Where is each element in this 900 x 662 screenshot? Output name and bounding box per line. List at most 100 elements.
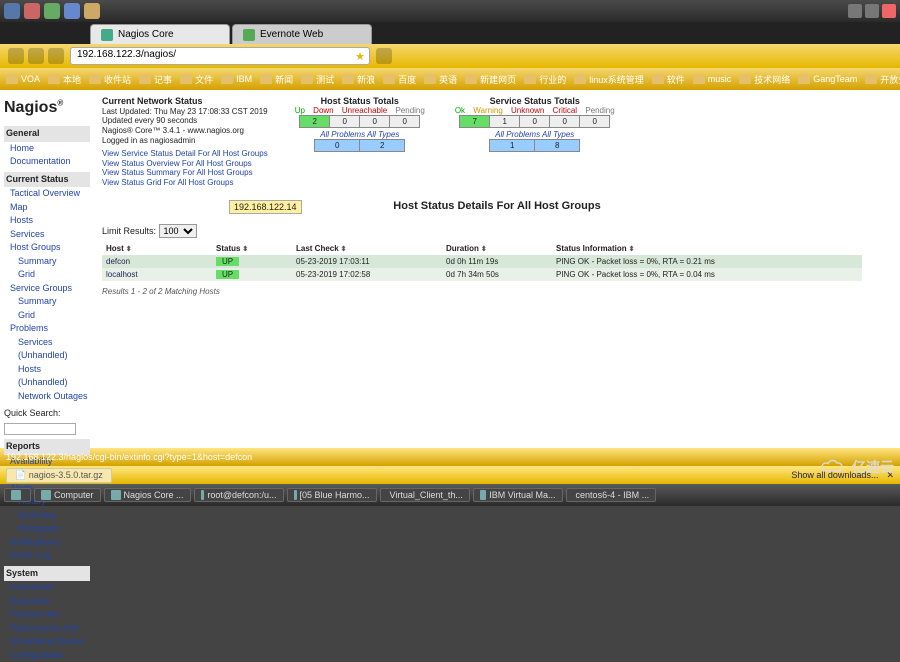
- nav-sg-grid[interactable]: Grid: [4, 309, 90, 323]
- link-status-grid[interactable]: View Status Grid For All Host Groups: [102, 178, 268, 188]
- bookmark-item[interactable]: 百度: [383, 73, 416, 86]
- cell-status-info: PING OK - Packet loss = 0%, RTA = 0.04 m…: [552, 268, 862, 281]
- bookmark-item[interactable]: IBM: [221, 74, 252, 84]
- back-icon[interactable]: [8, 48, 24, 64]
- taskbar-item[interactable]: [05 Blue Harmo...: [287, 488, 377, 502]
- bookmark-item[interactable]: linux系统管理: [574, 73, 644, 86]
- nav-alerts-histogram[interactable]: Histogram: [4, 522, 90, 536]
- browser-tab-evernote[interactable]: Evernote Web: [232, 24, 372, 44]
- nav-hg-grid[interactable]: Grid: [4, 268, 90, 282]
- nav-sg-summary[interactable]: Summary: [4, 295, 90, 309]
- tray-icon[interactable]: [865, 4, 879, 18]
- tray-close-icon[interactable]: [882, 4, 896, 18]
- download-item[interactable]: 📄 nagios-3.5.0.tar.gz: [6, 468, 112, 483]
- col-last-check[interactable]: Last Check: [292, 242, 442, 255]
- nav-map[interactable]: Map: [4, 201, 90, 215]
- bookmark-item[interactable]: 新建网页: [465, 73, 516, 86]
- bookmark-star-icon[interactable]: ★: [355, 50, 365, 63]
- reload-icon[interactable]: [48, 48, 64, 64]
- app-icon[interactable]: [84, 3, 100, 19]
- host-down-count[interactable]: 0: [330, 116, 360, 128]
- bookmark-item[interactable]: GangTeam: [798, 74, 857, 84]
- nav-alerts-summary[interactable]: Summary: [4, 509, 90, 523]
- host-up-count[interactable]: 2: [300, 116, 330, 128]
- nav-event-log[interactable]: Event Log: [4, 549, 90, 563]
- bookmark-item[interactable]: 文件: [180, 73, 213, 86]
- nav-tactical-overview[interactable]: Tactical Overview: [4, 187, 90, 201]
- col-status-info[interactable]: Status Information: [552, 242, 862, 255]
- nav-hg-summary[interactable]: Summary: [4, 255, 90, 269]
- nav-problems[interactable]: Problems: [4, 322, 90, 336]
- nav-performance-info[interactable]: Performance Info: [4, 622, 90, 636]
- section-system: System: [4, 566, 90, 582]
- bookmark-item[interactable]: 记事: [139, 73, 172, 86]
- host-all-problems[interactable]: 0: [315, 140, 360, 152]
- svc-all-problems[interactable]: 1: [490, 140, 535, 152]
- browser-tab-nagios[interactable]: Nagios Core: [90, 24, 230, 44]
- nav-process-info[interactable]: Process Info: [4, 608, 90, 622]
- bookmark-item[interactable]: music: [693, 74, 732, 84]
- taskbar-show-desktop[interactable]: [4, 488, 31, 502]
- app-menu-icon[interactable]: [4, 3, 20, 19]
- link-service-status[interactable]: View Service Status Detail For All Host …: [102, 149, 268, 159]
- bookmark-item[interactable]: 收件站: [89, 73, 131, 86]
- nav-hosts[interactable]: Hosts: [4, 214, 90, 228]
- bookmark-item[interactable]: VOA: [6, 74, 40, 84]
- host-pending-count[interactable]: 0: [390, 116, 420, 128]
- address-input[interactable]: 192.168.122.3/nagios/ ★: [70, 47, 370, 65]
- bookmark-item[interactable]: 本地: [48, 73, 81, 86]
- nav-hosts-unhandled[interactable]: Hosts (Unhandled): [4, 363, 90, 390]
- link-status-summary[interactable]: View Status Summary For All Host Groups: [102, 168, 268, 178]
- taskbar-item[interactable]: centos6-4 - IBM ...: [566, 488, 656, 502]
- limit-select[interactable]: 100: [159, 224, 197, 238]
- taskbar-item[interactable]: Computer: [34, 488, 101, 502]
- nav-services[interactable]: Services: [4, 228, 90, 242]
- app-icon[interactable]: [64, 3, 80, 19]
- svc-unknown-count[interactable]: 0: [520, 116, 550, 128]
- app-icon[interactable]: [44, 3, 60, 19]
- host-link[interactable]: localhost: [106, 270, 138, 279]
- network-status-block: Current Network Status Last Updated: Thu…: [102, 96, 268, 188]
- bookmark-item[interactable]: 软件: [652, 73, 685, 86]
- nav-scheduling-queue[interactable]: Scheduling Queue: [4, 635, 90, 649]
- nav-host-groups[interactable]: Host Groups: [4, 241, 90, 255]
- app-icon[interactable]: [24, 3, 40, 19]
- bookmark-item[interactable]: 技术网络: [739, 73, 790, 86]
- host-all-types[interactable]: 2: [360, 140, 405, 152]
- taskbar-item[interactable]: Nagios Core ...: [104, 488, 191, 502]
- nav-network-outages[interactable]: Network Outages: [4, 390, 90, 404]
- bookmark-item[interactable]: 新浪: [342, 73, 375, 86]
- quick-search-input[interactable]: [4, 423, 76, 435]
- bookmark-item[interactable]: 行业的: [524, 73, 566, 86]
- forward-icon[interactable]: [28, 48, 44, 64]
- taskbar-item[interactable]: Virtual_Client_th...: [380, 488, 470, 502]
- col-host[interactable]: Host: [102, 242, 212, 255]
- svc-ok-count[interactable]: 7: [460, 116, 490, 128]
- nav-service-groups[interactable]: Service Groups: [4, 282, 90, 296]
- host-unreachable-count[interactable]: 0: [360, 116, 390, 128]
- bookmark-item[interactable]: 新闻: [260, 73, 293, 86]
- bookmark-item[interactable]: 开放式吐司世界: [865, 73, 900, 86]
- taskbar-item[interactable]: IBM Virtual Ma...: [473, 488, 563, 502]
- col-status[interactable]: Status: [212, 242, 292, 255]
- nav-documentation[interactable]: Documentation: [4, 155, 90, 169]
- host-link[interactable]: defcon: [106, 257, 130, 266]
- nav-services-unhandled[interactable]: Services (Unhandled): [4, 336, 90, 363]
- nav-home[interactable]: Home: [4, 142, 90, 156]
- col-duration[interactable]: Duration: [442, 242, 552, 255]
- status-url-text: 192.168.122.3/nagios/cgi-bin/extinfo.cgi…: [6, 452, 252, 462]
- taskbar-item[interactable]: root@defcon:/u...: [194, 488, 284, 502]
- bookmark-item[interactable]: 英语: [424, 73, 457, 86]
- link-status-overview[interactable]: View Status Overview For All Host Groups: [102, 159, 268, 169]
- svc-critical-count[interactable]: 0: [550, 116, 580, 128]
- svc-warning-count[interactable]: 1: [490, 116, 520, 128]
- svc-all-types[interactable]: 8: [535, 140, 580, 152]
- nav-configuration[interactable]: Configuration: [4, 649, 90, 662]
- tray-icon[interactable]: [848, 4, 862, 18]
- nav-comments[interactable]: Comments: [4, 581, 90, 595]
- menu-icon[interactable]: [376, 48, 392, 64]
- svc-pending-count[interactable]: 0: [580, 116, 610, 128]
- bookmark-item[interactable]: 测试: [301, 73, 334, 86]
- nav-notifications[interactable]: Notifications: [4, 536, 90, 550]
- nav-downtime[interactable]: Downtime: [4, 595, 90, 609]
